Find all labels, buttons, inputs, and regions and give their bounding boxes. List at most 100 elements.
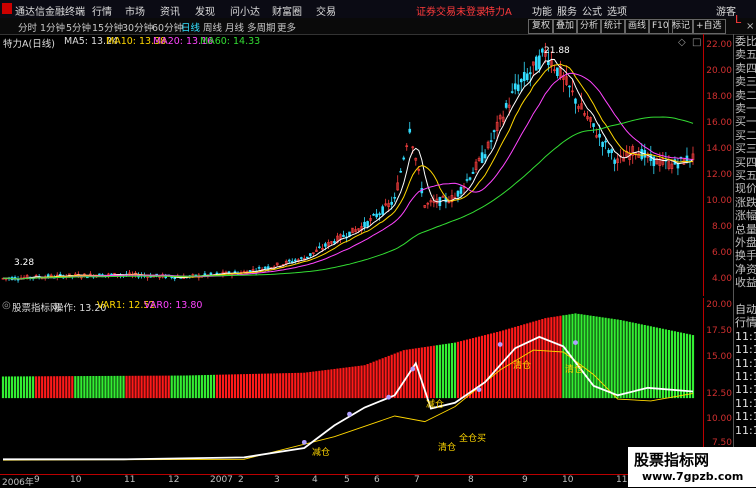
indicator-settings-icon[interactable]: ◎ [2,300,11,311]
panel-maximize-icon[interactable]: □ [692,37,701,48]
stock-name-legend: 特力A(日线) [3,39,55,50]
date-tick: 7 [414,475,420,485]
candle-body [525,73,529,81]
signal-label: 全仓买 [459,434,487,444]
app-brand: 通达信金融终端 [15,7,85,18]
candle-body [471,171,475,174]
side-panel-item: 11:1 [735,356,756,370]
side-panel-item: 卖四 [735,61,756,75]
side-panel-item: 11:1 [735,396,756,410]
side-panel-item: 买二 [735,128,756,142]
candle-body [652,156,656,167]
candle-body [456,190,460,197]
period-tab[interactable]: 60分钟 [152,20,183,34]
period-more[interactable]: 更多 [277,20,296,34]
close-icon[interactable]: × [746,21,754,32]
side-panel-item: 收益 [735,276,756,290]
period-tab[interactable]: 多周期 [247,20,276,34]
signal-marker [497,342,503,347]
kline-chart[interactable] [0,34,703,296]
menu-wealth[interactable]: 财富圈 [272,3,302,18]
period-tab[interactable]: 周线 [203,20,222,34]
indicator-panel[interactable]: ◎ 股票指标网 操作: 13.20 VAR1: 12.52 VAR0: 13.8… [0,298,703,474]
candle-body [408,128,412,133]
date-tick: 9 [522,475,528,485]
analysis-button[interactable]: 分析 [576,19,603,34]
side-panel-item: 净资 [735,262,756,276]
period-tab[interactable]: 1分钟 [40,20,65,34]
candle-body [538,55,541,70]
main-kline-panel[interactable]: 特力A(日线) MA5: 13.24 MA10: 13.38 MA20: 13.… [0,34,703,296]
period-tab[interactable]: 15分钟 [92,20,123,34]
side-panel-item: 买五 [735,169,756,182]
signal-label: 清仓 [438,443,457,453]
add-watchlist-button[interactable]: +自选 [692,19,726,34]
axis-tick: 12.00 [706,170,732,180]
user-label[interactable]: 游客 [716,3,736,18]
candle-body [215,272,219,275]
date-tick: 2007 [210,475,233,485]
side-panel-item: 涨跌 [735,195,756,209]
axis-tick: 20.00 [706,300,732,310]
indicator-chart[interactable] [0,298,703,474]
period-tab[interactable]: 5分钟 [66,20,91,34]
period-tab-active[interactable]: 日线 [181,20,200,34]
side-panel-item: 自动 [735,303,756,316]
menu-ask[interactable]: 问小达 [230,3,260,18]
draw-button[interactable]: 画线 [624,19,651,34]
side-panel-item: 买一 [735,115,756,129]
period-tab[interactable]: 30分钟 [122,20,153,34]
date-tick: 2006年 [2,478,34,488]
overlay-button[interactable]: 叠加 [552,19,579,34]
candle-body [483,154,487,159]
period-tab[interactable]: 月线 [225,20,244,34]
menu-options[interactable]: 选项 [607,3,627,18]
date-tick: 5 [344,475,350,485]
menu-market[interactable]: 行情 [92,3,112,18]
candle-body [492,130,496,133]
side-panel-item: 涨幅 [735,209,756,223]
candle-body [203,273,207,276]
ma20-line [3,72,694,280]
side-panel-item: 11:1 [735,329,756,343]
side-panel-item: 11:1 [735,343,756,357]
menu-formula[interactable]: 公式 [582,3,602,18]
side-panel-item: 卖三 [735,75,756,89]
side-panel-item: 买三 [735,142,756,156]
candle-body [363,221,366,228]
candle-body [556,67,559,76]
date-tick: 11 [616,475,628,485]
candle-body [604,140,607,143]
axis-tick: 14.00 [706,144,732,154]
panel-settings-icon[interactable]: ◇ [678,37,686,48]
menu-news[interactable]: 资讯 [160,3,180,18]
mark-button[interactable]: 标记 [668,19,695,34]
watermark-logo: 股票指标网 www.7gpzb.com [628,447,756,487]
menu-exchange[interactable]: 市场 [125,3,145,18]
period-toolbar: 分时 1分钟 5分钟 15分钟 30分钟 60分钟 日线 周线 月线 多周期 更… [0,18,756,35]
menu-discover[interactable]: 发现 [195,3,215,18]
low-label: 3.28 [14,258,35,268]
candle-body [58,273,62,276]
date-tick: 9 [34,475,40,485]
candle-body [510,91,514,93]
side-panel-item: 11:1 [735,370,756,383]
menu-function[interactable]: 功能 [532,3,552,18]
candle-body [535,56,538,71]
candle-body [333,241,336,244]
stats-button[interactable]: 统计 [600,19,627,34]
candle-body [522,72,526,81]
period-tab[interactable]: 分时 [18,20,37,34]
axis-tick: 10.00 [706,414,732,424]
signal-label: 减仓 [426,400,445,410]
candle-body [299,257,303,259]
menu-trade[interactable]: 交易 [316,3,336,18]
login-warning[interactable]: 证券交易未登录 [416,3,486,18]
candle-body [378,213,381,216]
menu-service[interactable]: 服务 [557,3,577,18]
candle-body [306,256,309,259]
candle-body [568,85,571,88]
date-tick: 8 [468,475,474,485]
app-logo-icon [2,3,12,14]
adjust-button[interactable]: 复权 [528,19,555,34]
